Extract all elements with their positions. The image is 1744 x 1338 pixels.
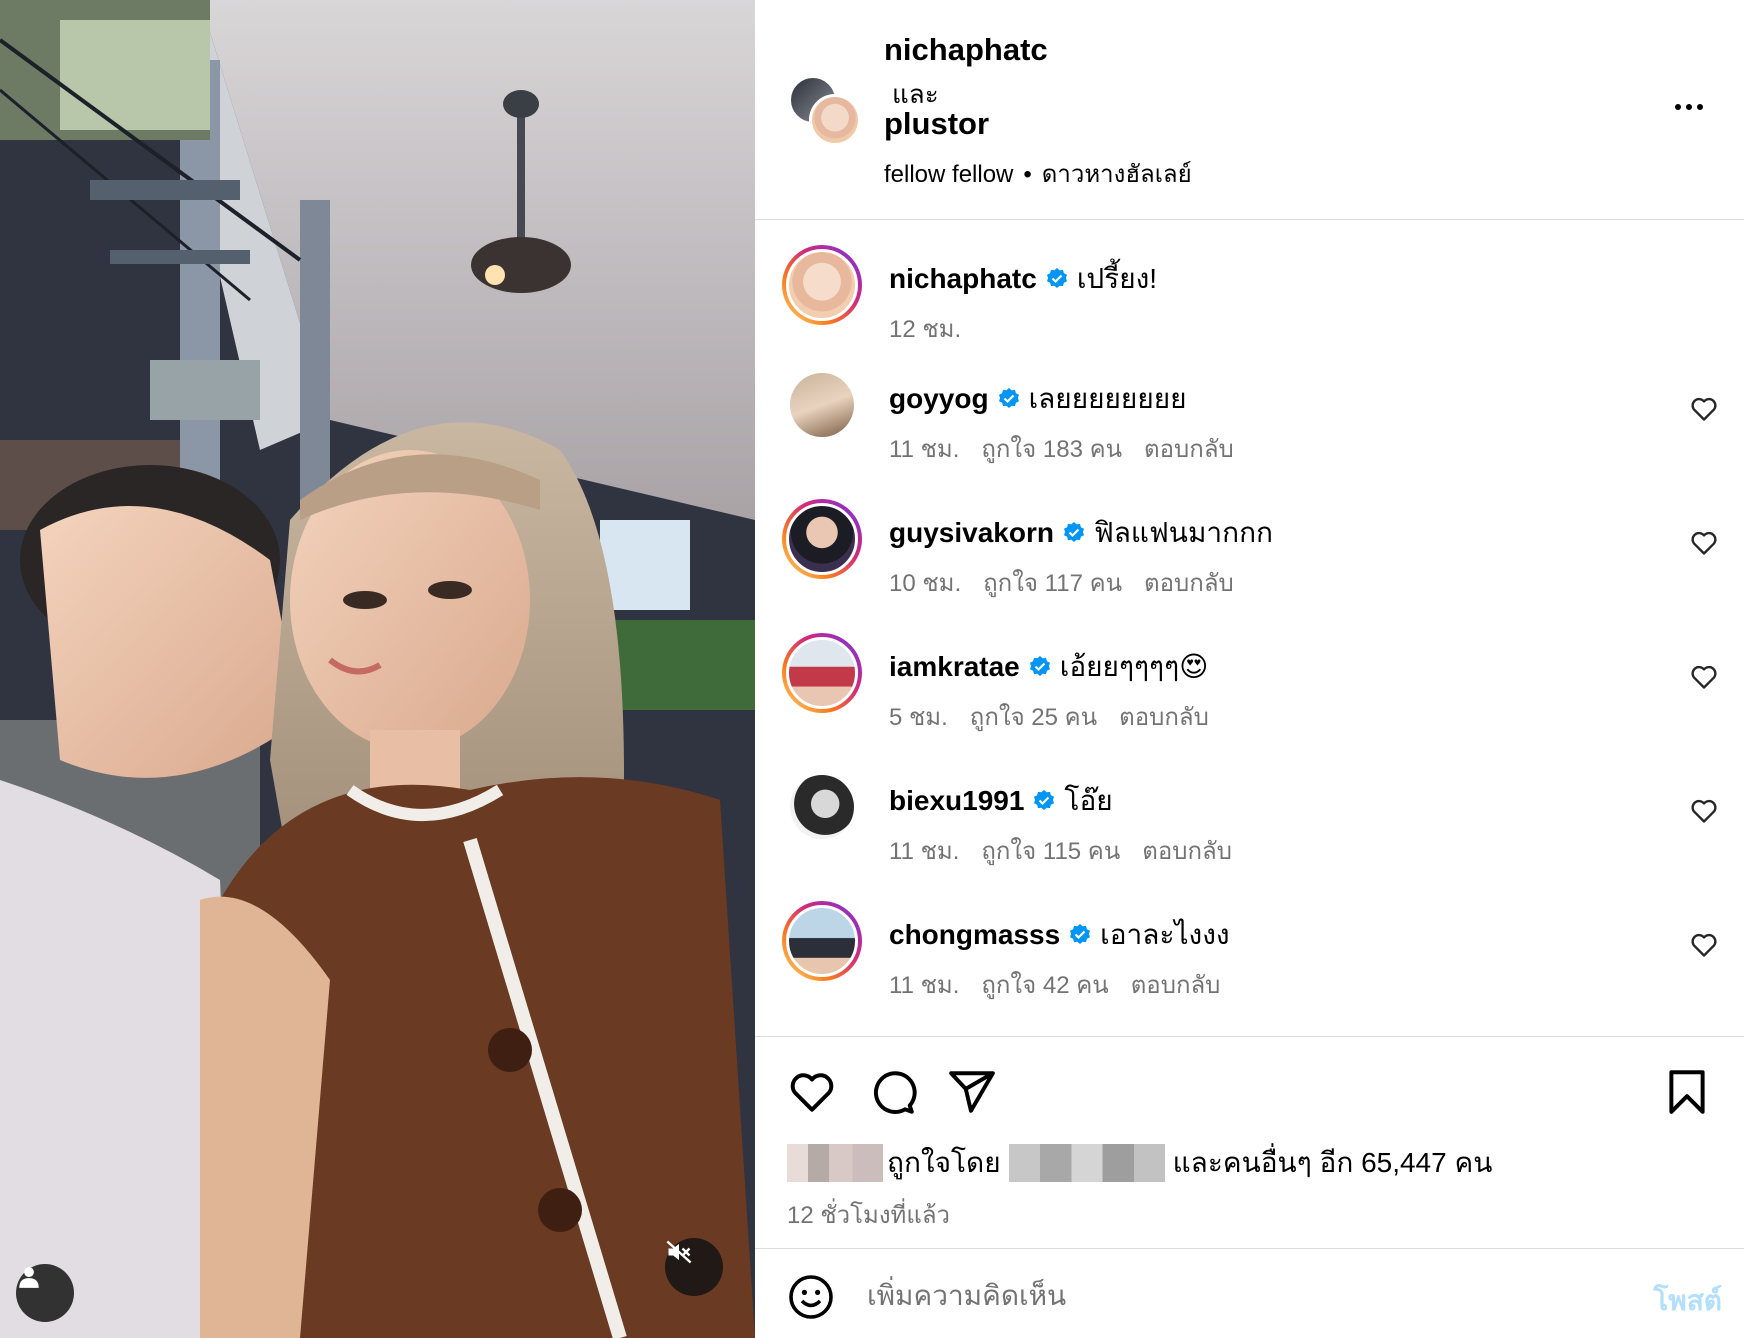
audio-separator: • (1023, 161, 1032, 188)
comment-item: biexu1991 โอ๊ย 11 ชม. ถูกใจ 115 คน ตอบกลับ (755, 767, 1744, 887)
heart-icon[interactable] (1690, 395, 1718, 423)
comment-username[interactable]: iamkratae (889, 651, 1020, 683)
liked-by-label: ถูกใจโดย (887, 1147, 1001, 1178)
comment-item: iamkratae เอ้ยยๆๆๆๆ😍 5 ชม. ถูกใจ 25 คน ตอบ… (755, 633, 1744, 753)
tagged-users-button[interactable] (16, 1264, 74, 1322)
post-header: nichaphatc และ plustor fellow fellow • ดาว… (755, 0, 1744, 220)
comment-bubble-icon[interactable] (867, 1067, 917, 1117)
comment-likes[interactable]: ถูกใจ 115 คน (981, 838, 1120, 865)
comment-time: 11 ชม. (889, 436, 960, 463)
avatar[interactable] (790, 775, 854, 839)
heart-icon[interactable] (1690, 663, 1718, 691)
comment-input[interactable] (867, 1271, 1567, 1321)
likes-summary[interactable]: ถูกใจโดย และคนอื่นๆ อีก 65,447 คน (787, 1141, 1492, 1185)
comment-text: เอ้ยยๆๆๆๆ😍 (1059, 651, 1209, 682)
comment-likes[interactable]: ถูกใจ 42 คน (981, 972, 1108, 999)
comment-text: โอ๊ย (1064, 785, 1113, 816)
liker-name-blurred[interactable] (1008, 1144, 1165, 1182)
post-media-video[interactable] (0, 0, 755, 1338)
avatar[interactable] (782, 499, 862, 579)
verified-badge-icon (1046, 268, 1067, 288)
avatar[interactable] (782, 633, 862, 713)
verified-badge-icon (1034, 790, 1055, 810)
emoji-smiley-icon[interactable] (787, 1273, 835, 1321)
caption-text: เปรี้ยง! (1076, 263, 1158, 294)
bookmark-icon[interactable] (1662, 1067, 1712, 1117)
more-horizontal-icon (1675, 104, 1681, 110)
post-timestamp[interactable]: 12 ชั่วโมงที่แล้ว (787, 1195, 950, 1234)
caption: nichaphatc เปรี้ยง! 12 ชม. (755, 245, 1744, 365)
verified-badge-icon (998, 388, 1019, 408)
collab-avatars[interactable] (789, 76, 861, 148)
reply-button[interactable]: ตอบกลับ (1144, 570, 1234, 597)
post-details-panel: nichaphatc และ plustor fellow fellow • ดาว… (755, 0, 1744, 1338)
avatar[interactable] (782, 245, 862, 325)
more-options-button[interactable] (1664, 92, 1714, 122)
heart-icon[interactable] (1690, 529, 1718, 557)
comment-time: 11 ชม. (889, 972, 960, 999)
share-send-icon[interactable] (947, 1067, 997, 1117)
comment-time: 11 ชม. (889, 838, 960, 865)
collaborator-username[interactable]: plustor (884, 106, 989, 142)
user-icon (19, 1267, 39, 1288)
heart-icon[interactable] (1690, 797, 1718, 825)
liker-avatars-blurred (787, 1144, 883, 1182)
reply-button[interactable]: ตอบกลับ (1131, 972, 1221, 999)
comment-text: ฟิลแฟนมากกก (1093, 517, 1273, 548)
comment-text: เลยยยยยยยย (1028, 383, 1187, 414)
comment-item: goyyog เลยยยยยยยย 11 ชม. ถูกใจ 183 คน ตอบก… (755, 365, 1744, 485)
mute-button[interactable] (665, 1238, 723, 1296)
post-comment-button[interactable]: โพสต์ (1653, 1279, 1722, 1323)
comment-time: 10 ชม. (889, 570, 962, 597)
audio-artist: fellow fellow (884, 161, 1014, 188)
avatar[interactable] (790, 373, 854, 437)
reply-button[interactable]: ตอบกลับ (1144, 436, 1234, 463)
avatar[interactable] (782, 901, 862, 981)
comment-username[interactable]: chongmasss (889, 919, 1060, 951)
comment-time: 5 ชม. (889, 704, 948, 731)
author-username[interactable]: nichaphatc (884, 32, 1048, 68)
like-heart-icon[interactable] (787, 1067, 837, 1117)
comment-likes[interactable]: ถูกใจ 25 คน (970, 704, 1097, 731)
reply-button[interactable]: ตอบกลับ (1119, 704, 1209, 731)
video-frame (0, 0, 755, 1338)
reply-button[interactable]: ตอบกลับ (1142, 838, 1232, 865)
comment-likes[interactable]: ถูกใจ 117 คน (983, 570, 1122, 597)
add-comment-bar: โพสต์ (755, 1248, 1744, 1338)
audio-title: ดาวหางฮัลเลย์ (1041, 161, 1192, 188)
comment-username[interactable]: guysivakorn (889, 517, 1054, 549)
heart-icon[interactable] (1690, 931, 1718, 959)
comment-username[interactable]: biexu1991 (889, 785, 1024, 817)
verified-badge-icon (1029, 656, 1050, 676)
likes-count[interactable]: และคนอื่นๆ อีก 65,447 คน (1173, 1141, 1493, 1185)
speaker-muted-icon (666, 1240, 692, 1264)
comment-item: guysivakorn ฟิลแฟนมากกก 10 ชม. ถูกใจ 117 … (755, 499, 1744, 619)
comments-list[interactable]: nichaphatc เปรี้ยง! 12 ชม. goyyog เลยยยย… (755, 221, 1744, 1036)
post-actions: ถูกใจโดย และคนอื่นๆ อีก 65,447 คน 12 ชั่… (755, 1036, 1744, 1248)
caption-username[interactable]: nichaphatc (889, 263, 1037, 295)
avatar[interactable] (809, 94, 861, 146)
caption-time: 12 ชม. (889, 316, 962, 343)
audio-link[interactable]: fellow fellow • ดาวหางฮัลเลย์ (884, 154, 1192, 193)
comment-username[interactable]: goyyog (889, 383, 989, 415)
comment-text: เอาละไงงง (1100, 919, 1230, 950)
verified-badge-icon (1063, 522, 1084, 542)
comment-item: chongmasss เอาละไงงง 11 ชม. ถูกใจ 42 คน ตอ… (755, 901, 1744, 1021)
comment-likes[interactable]: ถูกใจ 183 คน (981, 436, 1122, 463)
verified-badge-icon (1070, 924, 1091, 944)
